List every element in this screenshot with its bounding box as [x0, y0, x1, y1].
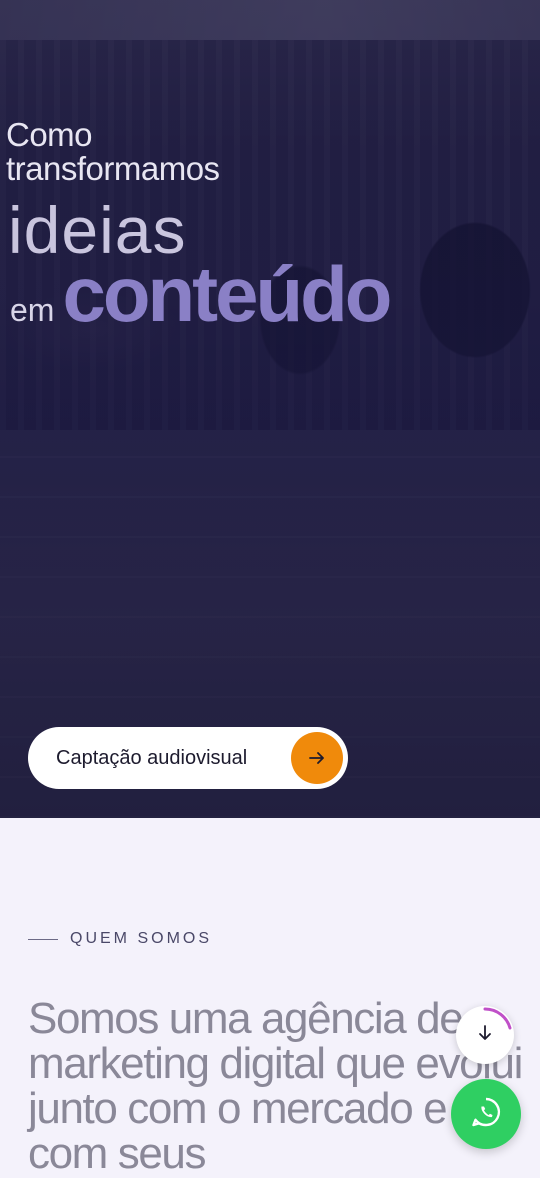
- section-label: QUEM SOMOS: [28, 930, 212, 948]
- service-button[interactable]: Captação audiovisual: [28, 727, 348, 789]
- service-button-label: Captação audiovisual: [56, 746, 248, 769]
- headline-line-1: Como: [6, 116, 93, 153]
- scroll-down-button[interactable]: [456, 1006, 514, 1064]
- headline-line-2: transformamos: [6, 150, 220, 187]
- whatsapp-icon: [469, 1095, 503, 1133]
- headline-line-4: em conteúdo: [10, 250, 392, 338]
- hero-headline: Como transformamos ideias em conteúdo: [6, 116, 392, 338]
- section-label-rule: [28, 938, 58, 940]
- hero-section: Como transformamos ideias em conteúdo Ca…: [0, 0, 540, 818]
- scroll-progress-ring: [483, 1007, 512, 1030]
- section-label-text: QUEM SOMOS: [70, 930, 213, 947]
- arrow-right-icon: [291, 732, 343, 784]
- headline-highlight: conteúdo: [62, 250, 392, 338]
- headline-prefix: em: [10, 292, 55, 328]
- about-heading: Somos uma agência de marketing digital q…: [28, 994, 523, 1178]
- whatsapp-button[interactable]: [451, 1079, 521, 1149]
